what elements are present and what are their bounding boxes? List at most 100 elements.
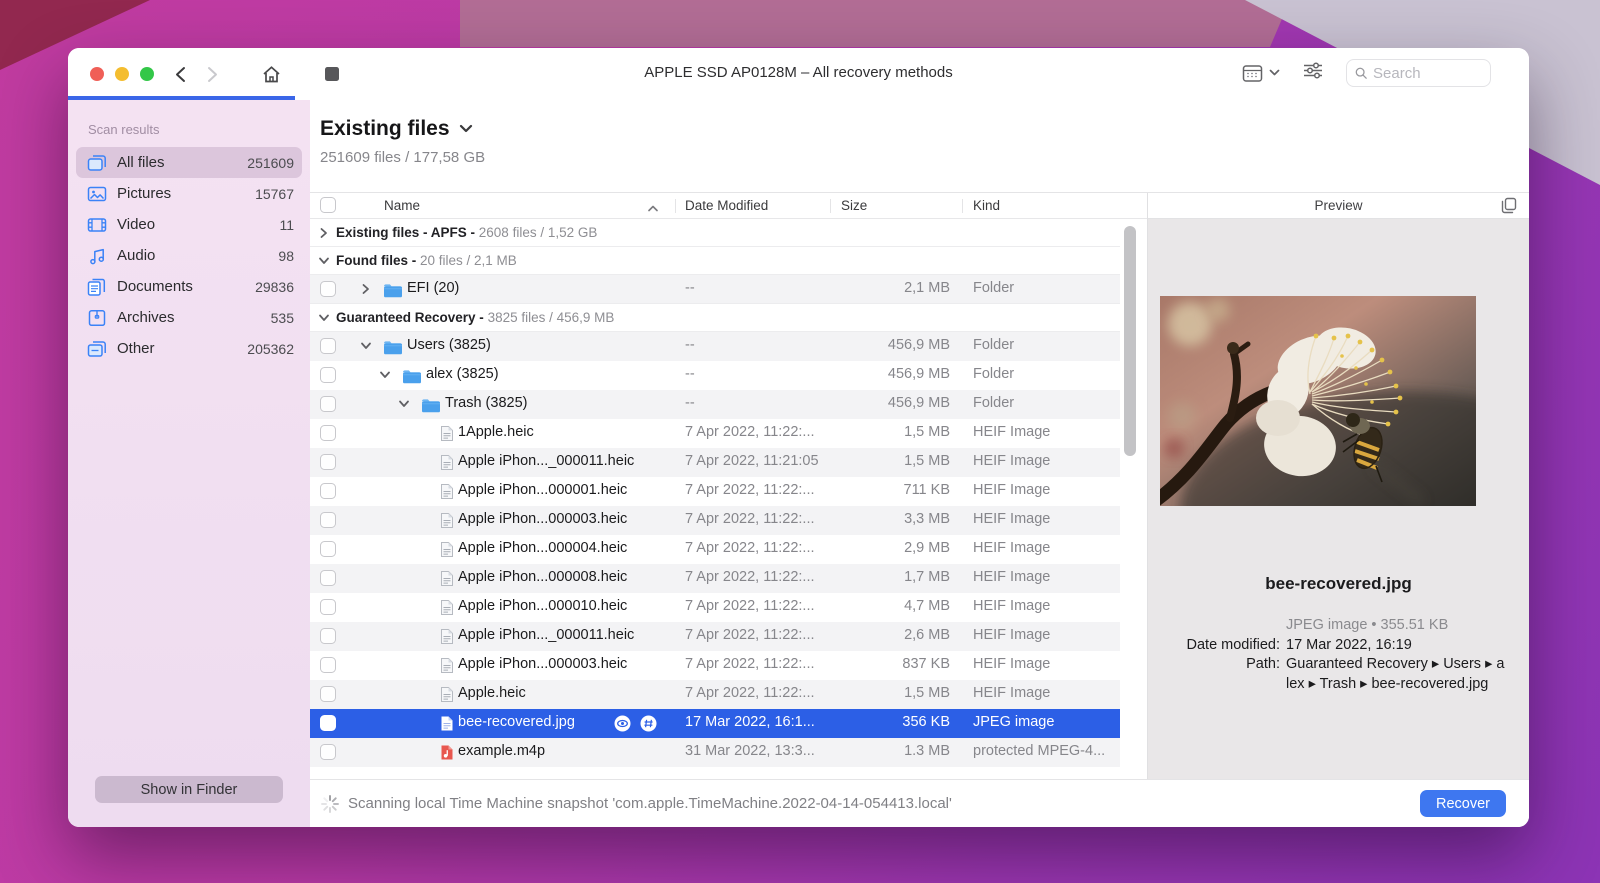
- show-in-finder-button[interactable]: Show in Finder: [95, 776, 283, 803]
- row-checkbox[interactable]: [320, 628, 336, 644]
- cell-size: 1,7 MB: [805, 569, 950, 585]
- cell-kind: HEIF Image: [973, 598, 1119, 614]
- sidebar-section-label: Scan results: [88, 122, 310, 137]
- row-checkbox[interactable]: [320, 483, 336, 499]
- group-row-existing-files-apfs[interactable]: Existing files - APFS - 2608 files / 1,5…: [310, 219, 1120, 247]
- sidebar-item-count: 535: [271, 310, 294, 326]
- stop-scan-button[interactable]: [321, 63, 343, 85]
- row-checkbox[interactable]: [320, 570, 336, 586]
- column-divider: [830, 199, 831, 213]
- cell-size: 456,9 MB: [805, 395, 950, 411]
- group-row-guaranteed-recovery[interactable]: Guaranteed Recovery - 3825 files / 456,9…: [310, 303, 1120, 332]
- path-label: Path:: [1162, 655, 1280, 694]
- other-icon: [86, 339, 108, 359]
- table-row-alex-3825[interactable]: alex (3825)--456,9 MBFolder: [310, 361, 1120, 390]
- group-meta: 2608 files / 1,52 GB: [479, 225, 598, 240]
- sidebar-item-all-files[interactable]: All files 251609: [76, 147, 302, 178]
- row-checkbox[interactable]: [320, 715, 336, 731]
- main-panel: Existing files 251609 files / 177,58 GB …: [310, 100, 1529, 827]
- heif-file-icon: [440, 512, 459, 529]
- table-row-apple-iphon-000004-heic[interactable]: Apple iPhon...000004.heic7 Apr 2022, 11:…: [310, 535, 1120, 564]
- listing-subtitle: 251609 files / 177,58 GB: [320, 149, 1529, 166]
- table-row-apple-iphon-000011-heic[interactable]: Apple iPhon..._000011.heic 7 Apr 2022, 11…: [310, 622, 1120, 651]
- page-title[interactable]: Existing files: [320, 117, 450, 141]
- column-header-size[interactable]: Size: [841, 198, 867, 213]
- row-checkbox[interactable]: [320, 425, 336, 441]
- archives-icon: [86, 308, 108, 328]
- close-button[interactable]: [90, 67, 104, 81]
- table-row-bee-recovered-jpg[interactable]: bee-recovered.jpg17 Mar 2022, 16:1...356…: [310, 709, 1120, 738]
- row-checkbox[interactable]: [320, 338, 336, 354]
- search-field[interactable]: [1346, 59, 1491, 87]
- copy-preview-button[interactable]: [1501, 197, 1517, 217]
- sidebar-item-count: 29836: [255, 279, 294, 295]
- zoom-button[interactable]: [140, 67, 154, 81]
- sidebar-item-archives[interactable]: Archives 535: [76, 302, 302, 333]
- row-checkbox[interactable]: [320, 281, 336, 297]
- file-name: Apple iPhon..._000011.heic: [458, 627, 634, 643]
- sidebar-item-label: Audio: [117, 247, 278, 264]
- table-row-example-m4p[interactable]: example.m4p31 Mar 2022, 13:3...1.3 MBpro…: [310, 738, 1120, 767]
- cell-kind: Folder: [973, 337, 1119, 353]
- chevron-down-icon[interactable]: [398, 398, 410, 410]
- row-checkbox[interactable]: [320, 396, 336, 412]
- search-input[interactable]: [1373, 65, 1482, 82]
- table-row-efi-20[interactable]: EFI (20)--2,1 MBFolder: [310, 275, 1120, 304]
- row-checkbox[interactable]: [320, 599, 336, 615]
- sidebar-item-audio[interactable]: Audio 98: [76, 240, 302, 271]
- chevron-down-icon[interactable]: [318, 312, 330, 324]
- chevron-down-icon[interactable]: [379, 369, 391, 381]
- column-header-name[interactable]: Name: [384, 198, 420, 213]
- chevron-down-icon[interactable]: [360, 340, 372, 352]
- sidebar: Scan results All files 251609 Pictures 1…: [68, 100, 310, 827]
- sidebar-item-pictures[interactable]: Pictures 15767: [76, 178, 302, 209]
- chevron-right-icon[interactable]: [318, 227, 330, 239]
- recover-button[interactable]: Recover: [1420, 790, 1506, 817]
- chevron-down-icon[interactable]: [459, 124, 473, 134]
- file-name: Apple iPhon...000008.heic: [458, 569, 627, 585]
- row-checkbox[interactable]: [320, 744, 336, 760]
- hex-hash-badge-icon: [640, 715, 657, 732]
- filter-settings-button[interactable]: [1302, 60, 1324, 86]
- table-row-users-3825[interactable]: Users (3825)--456,9 MBFolder: [310, 332, 1120, 361]
- cell-size: 2,9 MB: [805, 540, 950, 556]
- table-row-apple-heic[interactable]: Apple.heic7 Apr 2022, 11:22:...1,5 MBHEI…: [310, 680, 1120, 709]
- preview-photo-bee-blossom: [1160, 296, 1476, 506]
- row-checkbox[interactable]: [320, 367, 336, 383]
- column-divider: [962, 199, 963, 213]
- column-header-kind[interactable]: Kind: [973, 198, 1000, 213]
- select-all-checkbox[interactable]: [320, 197, 336, 213]
- cell-kind: HEIF Image: [973, 540, 1119, 556]
- chevron-down-icon[interactable]: [318, 255, 330, 267]
- sidebar-item-documents[interactable]: Documents 29836: [76, 271, 302, 302]
- table-row-apple-iphon-000003-heic[interactable]: Apple iPhon...000003.heic7 Apr 2022, 11:…: [310, 651, 1120, 680]
- cell-date-modified: 7 Apr 2022, 11:22:...: [685, 627, 825, 643]
- sort-ascending-icon[interactable]: [648, 200, 658, 215]
- table-row-trash-3825[interactable]: Trash (3825)--456,9 MBFolder: [310, 390, 1120, 419]
- forward-button[interactable]: [201, 63, 223, 85]
- chevron-right-icon[interactable]: [360, 283, 372, 295]
- table-scrollbar[interactable]: [1124, 226, 1136, 456]
- table-row-apple-iphon-000001-heic[interactable]: Apple iPhon...000001.heic7 Apr 2022, 11:…: [310, 477, 1120, 506]
- table-row-apple-iphon-000003-heic[interactable]: Apple iPhon...000003.heic7 Apr 2022, 11:…: [310, 506, 1120, 535]
- table-row-apple-iphon-000008-heic[interactable]: Apple iPhon...000008.heic7 Apr 2022, 11:…: [310, 564, 1120, 593]
- table-row-apple-iphon-000011-heic[interactable]: Apple iPhon..._000011.heic7 Apr 2022, 11…: [310, 448, 1120, 477]
- heif-file-icon: [440, 570, 459, 587]
- sidebar-item-label: Archives: [117, 309, 271, 326]
- row-checkbox[interactable]: [320, 454, 336, 470]
- column-header-date[interactable]: Date Modified: [685, 198, 768, 213]
- sidebar-item-video[interactable]: Video 11: [76, 209, 302, 240]
- table-row-1apple-heic[interactable]: 1Apple.heic7 Apr 2022, 11:22:...1,5 MBHE…: [310, 419, 1120, 448]
- back-button[interactable]: [169, 63, 191, 85]
- sidebar-item-other[interactable]: Other 205362: [76, 333, 302, 364]
- row-checkbox[interactable]: [320, 512, 336, 528]
- minimize-button[interactable]: [115, 67, 129, 81]
- group-row-found-files[interactable]: Found files - 20 files / 2,1 MB: [310, 246, 1120, 275]
- home-button[interactable]: [260, 63, 282, 85]
- row-checkbox[interactable]: [320, 686, 336, 702]
- row-checkbox[interactable]: [320, 541, 336, 557]
- heif-file-icon: [440, 599, 459, 616]
- view-mode-button[interactable]: [1242, 64, 1280, 83]
- table-row-apple-iphon-000010-heic[interactable]: Apple iPhon...000010.heic7 Apr 2022, 11:…: [310, 593, 1120, 622]
- row-checkbox[interactable]: [320, 657, 336, 673]
